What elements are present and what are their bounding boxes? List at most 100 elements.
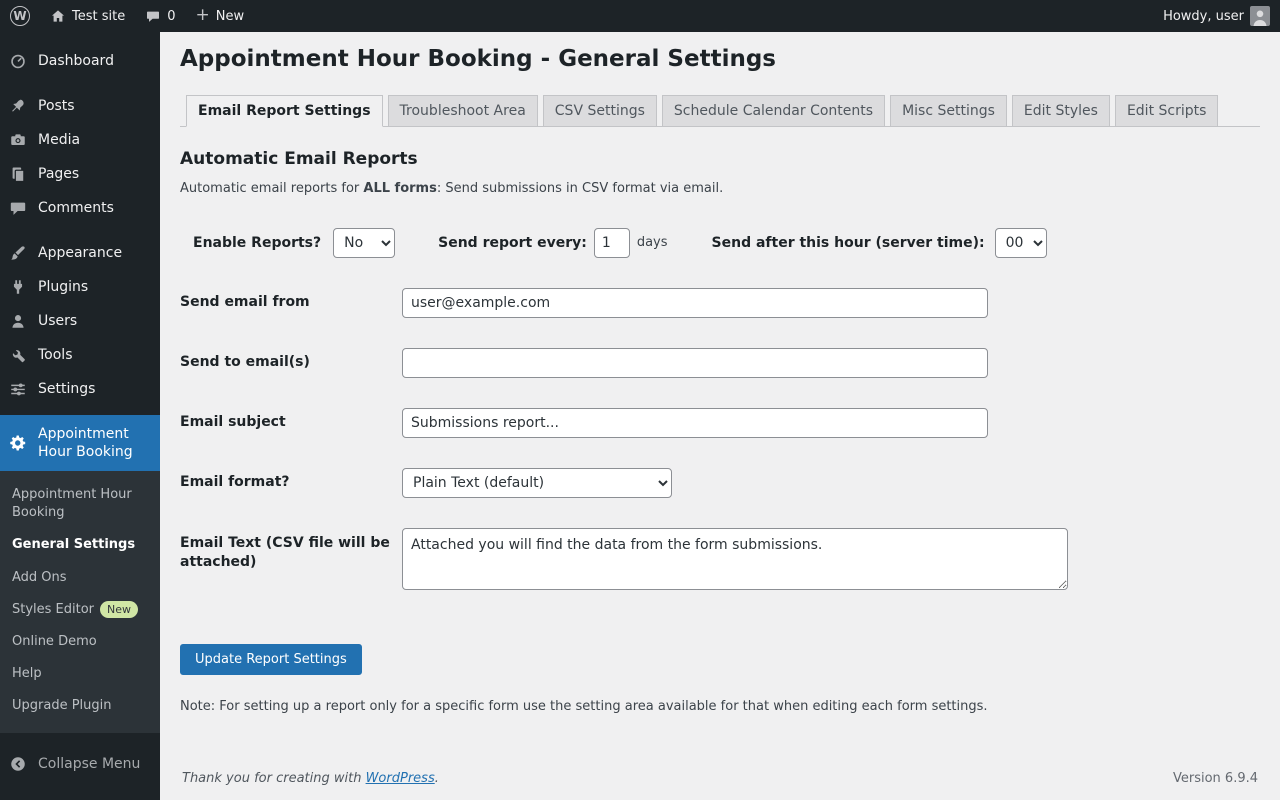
submenu-item-label: Styles Editor	[12, 601, 95, 617]
sidebar-item-pages[interactable]: Pages	[0, 157, 160, 191]
submenu-item-label: Appointment Hour Booking	[12, 487, 132, 521]
intro-text: Automatic email reports for ALL forms: S…	[180, 181, 1260, 196]
collapse-menu-button[interactable]: Collapse Menu	[0, 747, 160, 781]
site-name-label: Test site	[72, 8, 126, 24]
page-title: Appointment Hour Booking - General Setti…	[180, 46, 776, 72]
submenu-item-general-settings[interactable]: General Settings	[0, 529, 160, 561]
intro-bold: ALL forms	[363, 180, 437, 196]
email-text-label: Email Text (CSV file will be attached)	[180, 534, 390, 570]
send-every-input[interactable]	[593, 227, 630, 258]
submenu-item-add-ons[interactable]: Add Ons	[0, 562, 160, 594]
my-account-menu[interactable]: Howdy, user	[1153, 0, 1280, 32]
send-to-emails-row: Send to email(s)	[180, 347, 1260, 378]
avatar	[1250, 6, 1270, 26]
submenu-item-help[interactable]: Help	[0, 658, 160, 690]
send-to-emails-input[interactable]	[402, 347, 988, 378]
send-email-from-row: Send email from	[180, 287, 1260, 318]
tab-misc-settings[interactable]: Misc Settings	[890, 94, 1007, 127]
submenu-item-styles-editor[interactable]: Styles Editor New	[0, 594, 160, 626]
speech-bubble-icon	[8, 198, 28, 218]
wordpress-logo-menu[interactable]: W	[0, 0, 40, 32]
sidebar-item-label: Media	[38, 132, 81, 148]
wordpress-logo-icon: W	[10, 6, 30, 26]
admin-bar-left: W Test site 0 + New	[0, 0, 254, 32]
comments-shortcut[interactable]: 0	[135, 0, 185, 32]
admin-bar-right: Howdy, user	[1153, 0, 1280, 32]
submenu-item-appointment-hour-booking[interactable]: Appointment Hour Booking	[0, 479, 160, 529]
admin-footer: Thank you for creating with WordPress. V…	[180, 761, 1260, 800]
submenu-item-label: Upgrade Plugin	[12, 698, 112, 714]
sidebar-item-comments[interactable]: Comments	[0, 191, 160, 225]
enable-reports-label: Enable Reports?	[193, 234, 322, 251]
tab-edit-scripts[interactable]: Edit Scripts	[1114, 94, 1219, 127]
new-label: New	[215, 8, 245, 24]
sidebar-item-label: Tools	[38, 347, 73, 363]
sidebar-item-users[interactable]: Users	[0, 304, 160, 338]
tab-schedule-calendar-contents[interactable]: Schedule Calendar Contents	[661, 94, 886, 127]
pages-icon	[8, 164, 28, 184]
sidebar-item-dashboard[interactable]: Dashboard	[0, 44, 160, 78]
admin-menu: Dashboard Posts Media Pages Comments App…	[0, 32, 160, 781]
settings-tabs: Email Report Settings Troubleshoot Area …	[180, 94, 1260, 127]
tab-csv-settings[interactable]: CSV Settings	[542, 94, 657, 127]
plug-icon	[8, 277, 28, 297]
submenu-item-label: Online Demo	[12, 633, 97, 649]
sidebar-item-label: Appointment Hour Booking	[38, 425, 133, 460]
email-text-row: Email Text (CSV file will be attached) A…	[180, 527, 1260, 590]
wordpress-link[interactable]: WordPress	[366, 771, 435, 786]
tab-troubleshoot-area[interactable]: Troubleshoot Area	[387, 94, 538, 127]
new-badge: New	[100, 600, 139, 619]
sidebar-item-posts[interactable]: Posts	[0, 89, 160, 123]
email-format-row: Email format? Plain Text (default)	[180, 467, 1260, 498]
sidebar-item-tools[interactable]: Tools	[0, 338, 160, 372]
dashboard-icon	[8, 51, 28, 71]
send-email-from-input[interactable]	[402, 287, 988, 318]
update-report-settings-button[interactable]: Update Report Settings	[180, 643, 362, 675]
email-subject-input[interactable]	[402, 407, 988, 438]
submenu-item-upgrade-plugin[interactable]: Upgrade Plugin	[0, 690, 160, 722]
submenu-item-label: Add Ons	[12, 569, 67, 585]
thanks-suffix: .	[434, 771, 439, 786]
send-to-emails-label: Send to email(s)	[180, 354, 310, 371]
collapse-arrow-icon	[8, 754, 28, 774]
new-content-menu[interactable]: + New	[186, 0, 255, 32]
sidebar-item-appointment-hour-booking[interactable]: Appointment Hour Booking	[0, 415, 160, 471]
enable-reports-select[interactable]: No	[333, 227, 396, 258]
note-text: Note: For setting up a report only for a…	[180, 698, 988, 714]
sidebar-item-label: Settings	[38, 381, 96, 397]
email-format-select[interactable]: Plain Text (default)	[402, 467, 672, 498]
sidebar-item-label: Pages	[38, 166, 80, 182]
site-name-link[interactable]: Test site	[40, 0, 135, 32]
submenu-item-online-demo[interactable]: Online Demo	[0, 626, 160, 658]
email-text-textarea[interactable]: Attached you will find the data from the…	[402, 527, 1068, 590]
plus-icon: +	[195, 4, 210, 25]
send-hour-select[interactable]: 00	[994, 227, 1047, 258]
wrench-icon	[8, 345, 28, 365]
user-icon	[8, 311, 28, 331]
collapse-menu-label: Collapse Menu	[38, 755, 141, 772]
footer-thanks: Thank you for creating with WordPress.	[182, 771, 439, 786]
home-icon	[50, 8, 66, 24]
sidebar-item-label: Comments	[38, 200, 114, 216]
send-hour-label: Send after this hour (server time):	[711, 234, 985, 251]
submenu-item-label: General Settings	[12, 537, 136, 553]
menu-separator	[0, 406, 160, 415]
sidebar-item-label: Dashboard	[38, 53, 114, 69]
sidebar-item-appearance[interactable]: Appearance	[0, 236, 160, 270]
sidebar-item-media[interactable]: Media	[0, 123, 160, 157]
admin-sidebar: Dashboard Posts Media Pages Comments App…	[0, 32, 160, 800]
sidebar-item-plugins[interactable]: Plugins	[0, 270, 160, 304]
section-title: Automatic Email Reports	[180, 148, 418, 169]
tab-edit-styles[interactable]: Edit Styles	[1011, 94, 1110, 127]
comment-bubble-icon	[145, 8, 161, 24]
days-suffix: days	[636, 235, 668, 251]
email-format-label: Email format?	[180, 474, 290, 491]
sidebar-item-settings[interactable]: Settings	[0, 372, 160, 406]
camera-icon	[8, 130, 28, 150]
main-content: Appointment Hour Booking - General Setti…	[160, 32, 1280, 800]
report-settings-form: Enable Reports? No Send report every: da…	[180, 227, 1260, 714]
tab-email-report-settings[interactable]: Email Report Settings	[186, 94, 383, 127]
appointment-submenu: Appointment Hour Booking General Setting…	[0, 471, 160, 733]
email-subject-row: Email subject	[180, 407, 1260, 438]
pushpin-icon	[8, 96, 28, 116]
